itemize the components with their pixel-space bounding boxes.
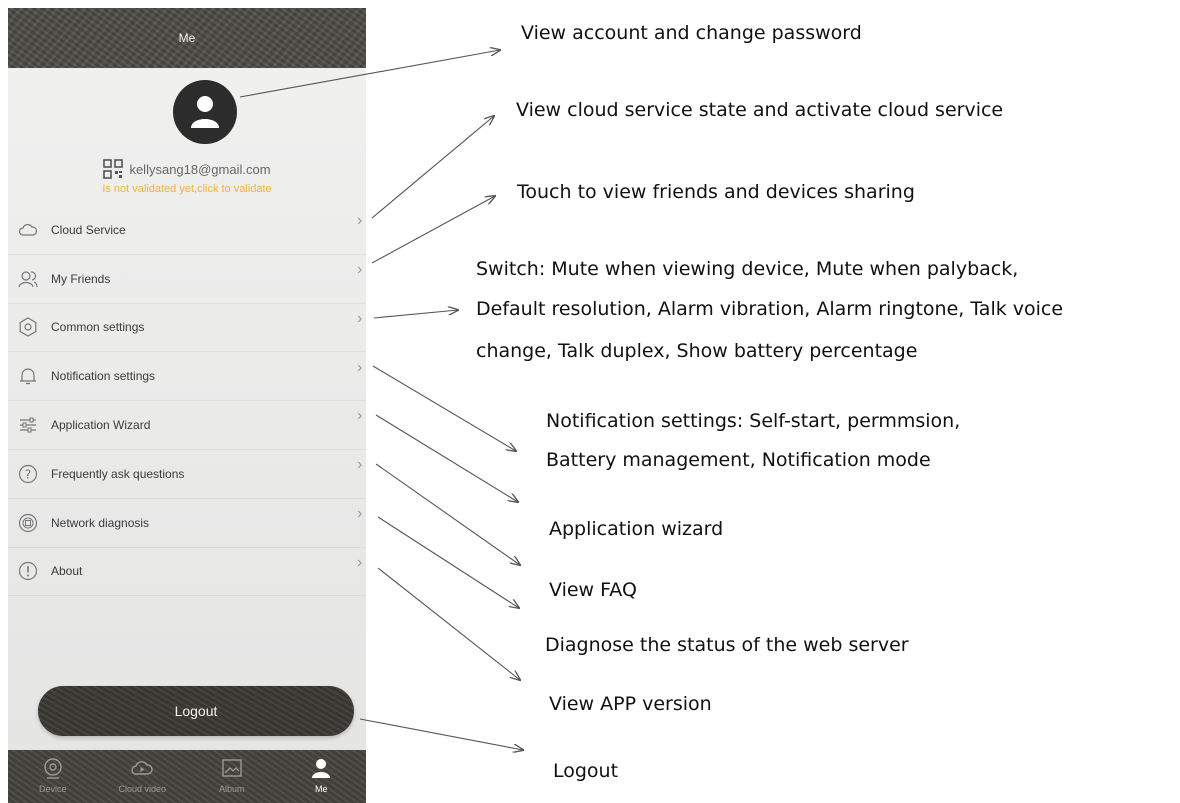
arrow-wizard xyxy=(375,414,518,502)
menu-label: Cloud Service xyxy=(51,222,126,237)
menu-label: Common settings xyxy=(51,320,145,335)
annotation-switch-line3: change, Talk duplex, Show battery percen… xyxy=(476,340,918,362)
annotation-version: View APP version xyxy=(549,693,712,715)
account-email: kellysang18@gmail.com xyxy=(129,161,271,177)
tab-device[interactable]: Device xyxy=(8,750,98,803)
chevron-right-icon: › xyxy=(357,505,363,522)
tab-me[interactable]: Me xyxy=(277,750,367,803)
arrow-diagnose xyxy=(377,516,519,608)
arrow-notification xyxy=(372,365,516,451)
tab-label: Cloud video xyxy=(118,784,167,794)
menu-item-common-settings[interactable]: Common settings xyxy=(8,304,366,353)
menu-item-network-diagnosis[interactable]: Network diagnosis xyxy=(8,499,366,548)
person-icon xyxy=(312,759,331,778)
validate-link[interactable]: Is not validated yet,click to validate xyxy=(8,183,366,195)
tab-label: Me xyxy=(314,784,328,794)
arrow-common-settings xyxy=(373,310,458,319)
sliders-icon xyxy=(20,417,36,433)
chevron-right-icon: › xyxy=(357,456,363,473)
chevron-right-icon: › xyxy=(357,310,363,327)
arrow-version xyxy=(377,567,520,680)
menu-item-faq[interactable]: ? Frequently ask questions xyxy=(8,450,366,499)
arrow-cloud xyxy=(371,116,494,219)
annotation-account: View account and change password xyxy=(521,22,862,44)
annotation-switch-line2: Default resolution, Alarm vibration, Ala… xyxy=(476,298,1064,320)
phone-screen: Me kellysang18@gmail.com Is not validate… xyxy=(8,8,366,803)
menu-item-about[interactable]: About xyxy=(8,548,366,597)
gear-icon xyxy=(19,317,37,338)
chevron-right-icon: › xyxy=(357,212,363,229)
annotation-wizard: Application wizard xyxy=(549,518,724,540)
device-icon xyxy=(44,758,62,779)
account-row[interactable]: kellysang18@gmail.com xyxy=(8,158,366,180)
menu-item-my-friends[interactable]: My Friends xyxy=(8,255,366,304)
annotation-notification-line2: Battery management, Notification mode xyxy=(546,449,931,471)
info-icon xyxy=(18,562,38,581)
annotation-switch-line1: Switch: Mute when viewing device, Mute w… xyxy=(476,258,1019,280)
chevron-right-icon: › xyxy=(357,407,363,424)
annotation-diagnose: Diagnose the status of the web server xyxy=(545,634,909,656)
annotation-logout: Logout xyxy=(553,760,619,782)
avatar[interactable] xyxy=(173,80,237,144)
tab-label: Album xyxy=(218,784,245,794)
page-title: Me xyxy=(8,8,366,68)
tab-cloud-video[interactable]: Cloud video xyxy=(98,750,188,803)
menu-item-cloud-service[interactable]: Cloud Service xyxy=(8,206,366,255)
chevron-right-icon: › xyxy=(357,261,363,278)
bell-icon xyxy=(20,368,36,385)
annotation-cloud: View cloud service state and activate cl… xyxy=(516,99,1004,121)
annotation-notification-line1: Notification settings: Self-start, permm… xyxy=(546,410,961,432)
qr-code-icon xyxy=(103,159,124,179)
menu-item-application-wizard[interactable]: Application Wizard xyxy=(8,401,366,450)
network-icon xyxy=(18,513,38,532)
menu-item-notification-settings[interactable]: Notification settings xyxy=(8,352,366,402)
menu-label: Network diagnosis xyxy=(51,515,150,530)
question-icon: ? xyxy=(18,464,38,483)
menu-label: About xyxy=(51,564,83,579)
bottom-tab-bar: Device Cloud video Album Me xyxy=(8,750,366,803)
menu-label: Application Wizard xyxy=(51,418,151,433)
settings-menu: Cloud Service My Friends Common settings… xyxy=(8,206,366,597)
chevron-right-icon: › xyxy=(357,359,363,376)
annotation-faq: View FAQ xyxy=(549,579,637,601)
menu-label: Notification settings xyxy=(51,369,156,384)
annotation-friends: Touch to view friends and devices sharin… xyxy=(517,181,915,203)
arrow-faq xyxy=(375,463,520,565)
menu-label: Frequently ask questions xyxy=(51,466,185,481)
svg-text:?: ? xyxy=(25,467,31,481)
cloud-video-icon xyxy=(131,761,153,775)
friends-icon xyxy=(18,271,38,287)
menu-label: My Friends xyxy=(51,271,111,286)
tab-label: Device xyxy=(38,784,67,794)
arrow-friends xyxy=(371,196,495,264)
person-icon xyxy=(191,96,219,128)
cloud-icon xyxy=(18,223,38,236)
album-icon xyxy=(222,759,242,777)
chevron-right-icon: › xyxy=(357,554,363,571)
logout-button[interactable]: Logout xyxy=(38,686,354,736)
arrow-logout xyxy=(359,718,523,750)
tab-album[interactable]: Album xyxy=(187,750,277,803)
